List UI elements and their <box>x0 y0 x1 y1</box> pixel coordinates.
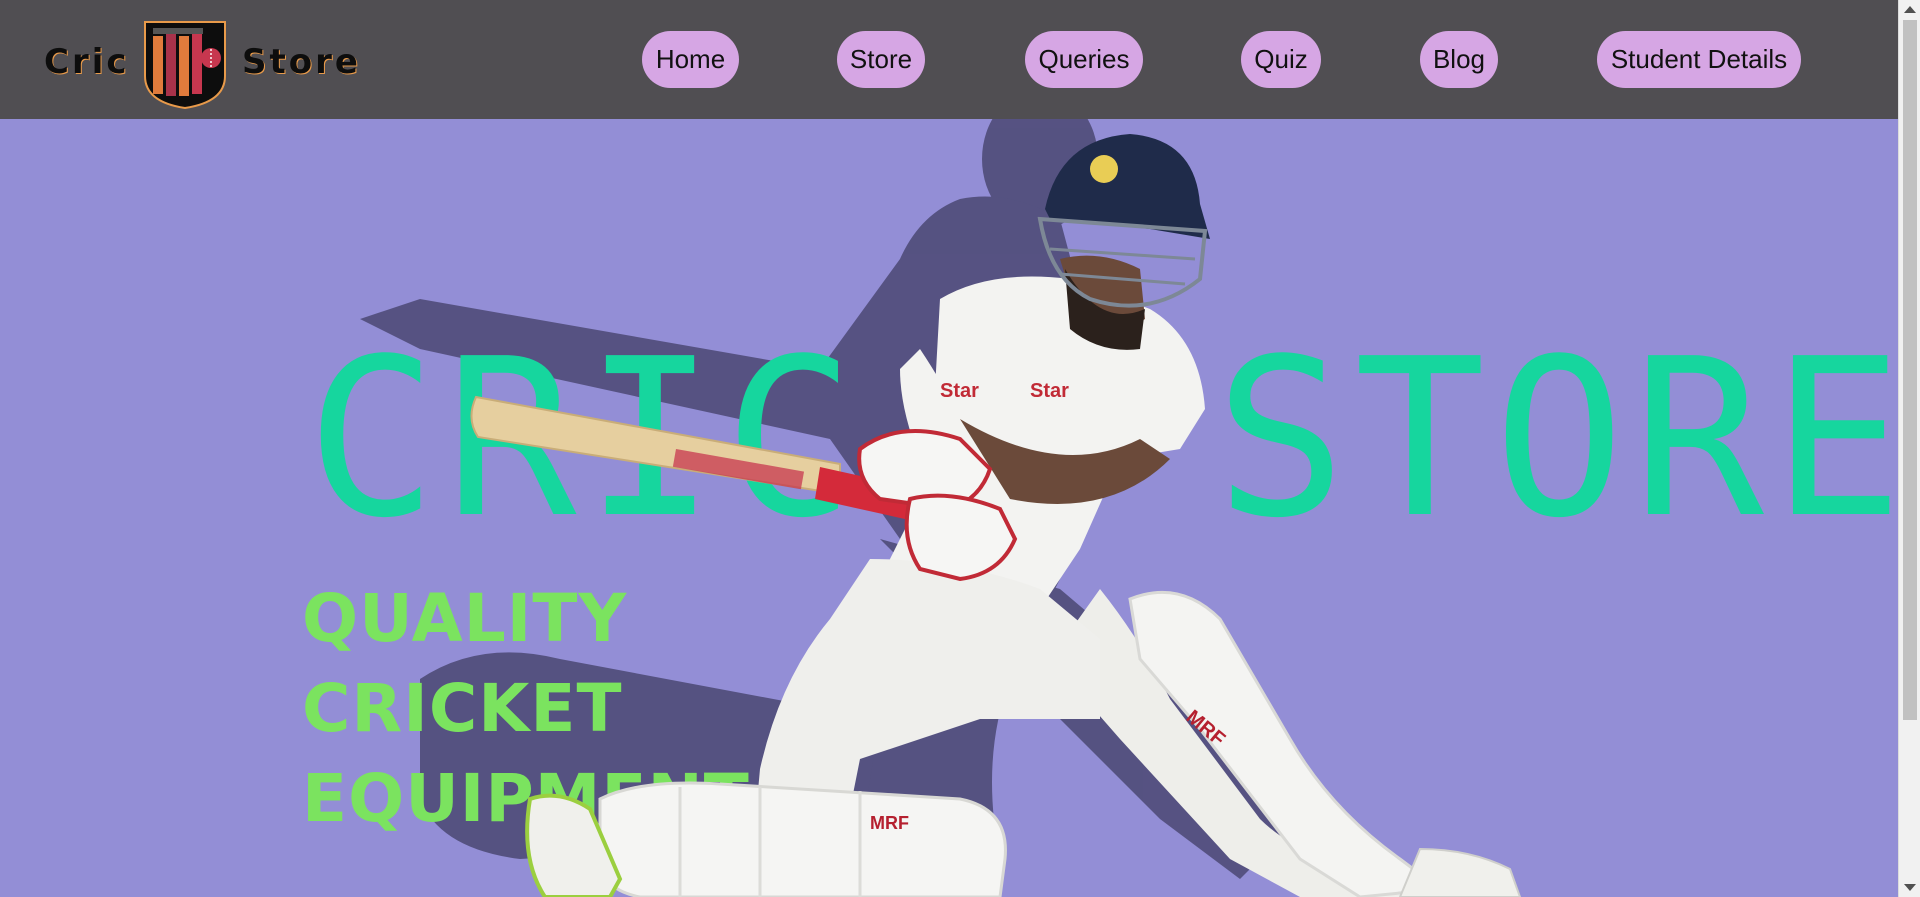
nav-blog-button[interactable]: Blog <box>1420 31 1498 88</box>
scroll-up-arrow-icon[interactable] <box>1904 6 1916 13</box>
svg-text:Star: Star <box>940 380 979 402</box>
nav-queries-button[interactable]: Queries <box>1025 31 1143 88</box>
svg-text:Star: Star <box>1030 380 1069 402</box>
scroll-down-arrow-icon[interactable] <box>1904 884 1916 891</box>
vertical-scrollbar[interactable] <box>1898 0 1920 897</box>
nav-store-button[interactable]: Store <box>837 31 925 88</box>
svg-text:MRF: MRF <box>870 813 909 833</box>
navbar: Cric Store Home Store Queries Quiz Blog … <box>0 0 1898 119</box>
hero-section: CRIC STORE QUALITY CRICKET EQUIPMENT MRF… <box>0 119 1898 897</box>
nav-student-details-button[interactable]: Student Details <box>1597 31 1801 88</box>
scrollbar-thumb[interactable] <box>1903 20 1917 720</box>
cricket-batsman-image: MRF MRF Star Star <box>470 134 1522 897</box>
main-nav: Home Store Queries Quiz Blog Student Det… <box>0 0 1898 119</box>
nav-quiz-button[interactable]: Quiz <box>1241 31 1321 88</box>
nav-home-button[interactable]: Home <box>642 31 739 88</box>
